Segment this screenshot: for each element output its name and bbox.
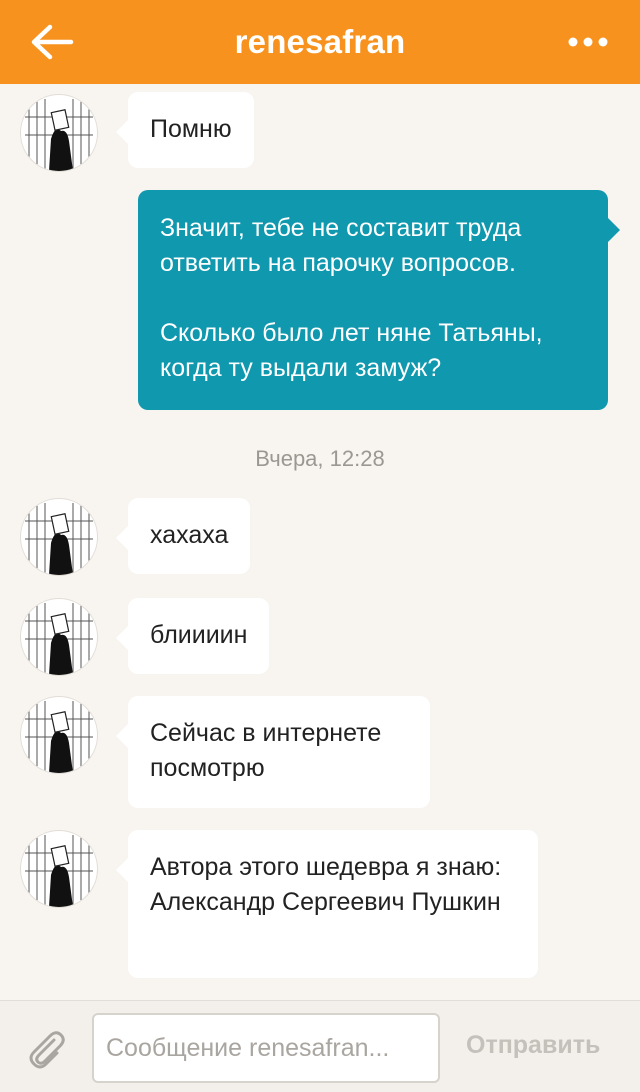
avatar[interactable] bbox=[20, 498, 98, 576]
header-bar: renesafran bbox=[0, 0, 640, 84]
message-row-incoming: Сейчас в интернете посмотрю bbox=[0, 694, 640, 810]
attach-button[interactable] bbox=[22, 1025, 70, 1073]
message-bubble-outgoing[interactable]: Значит, тебе не составит труда ответить … bbox=[138, 190, 620, 410]
message-bubble-incoming[interactable]: хахаха bbox=[115, 498, 251, 574]
avatar[interactable] bbox=[20, 696, 98, 774]
message-row-incoming: Автора этого шедевра я знаю: Александр С… bbox=[0, 828, 640, 980]
avatar[interactable] bbox=[20, 830, 98, 908]
message-row-incoming: блиииин bbox=[0, 596, 640, 686]
avatar[interactable] bbox=[20, 598, 98, 676]
message-input[interactable] bbox=[92, 1013, 440, 1083]
chat-screen: renesafran Помню Значит, тебе не состави… bbox=[0, 0, 640, 1092]
avatar[interactable] bbox=[20, 94, 98, 172]
avatar-image bbox=[25, 701, 93, 773]
avatar-image bbox=[25, 503, 93, 575]
avatar-image bbox=[25, 99, 93, 171]
message-row-incoming: хахаха bbox=[0, 496, 640, 586]
message-bubble-incoming[interactable]: Сейчас в интернете посмотрю bbox=[116, 696, 430, 808]
avatar-image bbox=[25, 603, 93, 675]
message-bubble-incoming[interactable]: Автора этого шедевра я знаю: Александр С… bbox=[116, 830, 538, 978]
send-button[interactable]: Отправить bbox=[466, 1031, 600, 1060]
message-list[interactable]: Помню Значит, тебе не составит труда отв… bbox=[0, 84, 640, 1000]
date-separator: Вчера, 12:28 bbox=[255, 446, 385, 471]
message-bubble-incoming[interactable]: блиииин bbox=[115, 598, 270, 674]
message-row-incoming: Помню bbox=[0, 90, 640, 180]
back-button[interactable] bbox=[30, 18, 94, 66]
more-dots-icon bbox=[568, 37, 608, 47]
message-composer: Отправить bbox=[0, 1000, 640, 1092]
paperclip-icon bbox=[29, 1031, 65, 1069]
avatar-image bbox=[25, 835, 93, 907]
conversation-title: renesafran bbox=[234, 23, 406, 60]
message-bubble-incoming[interactable]: Помню bbox=[116, 92, 254, 168]
more-options-button[interactable] bbox=[562, 22, 614, 62]
arrow-left-icon bbox=[31, 24, 74, 60]
